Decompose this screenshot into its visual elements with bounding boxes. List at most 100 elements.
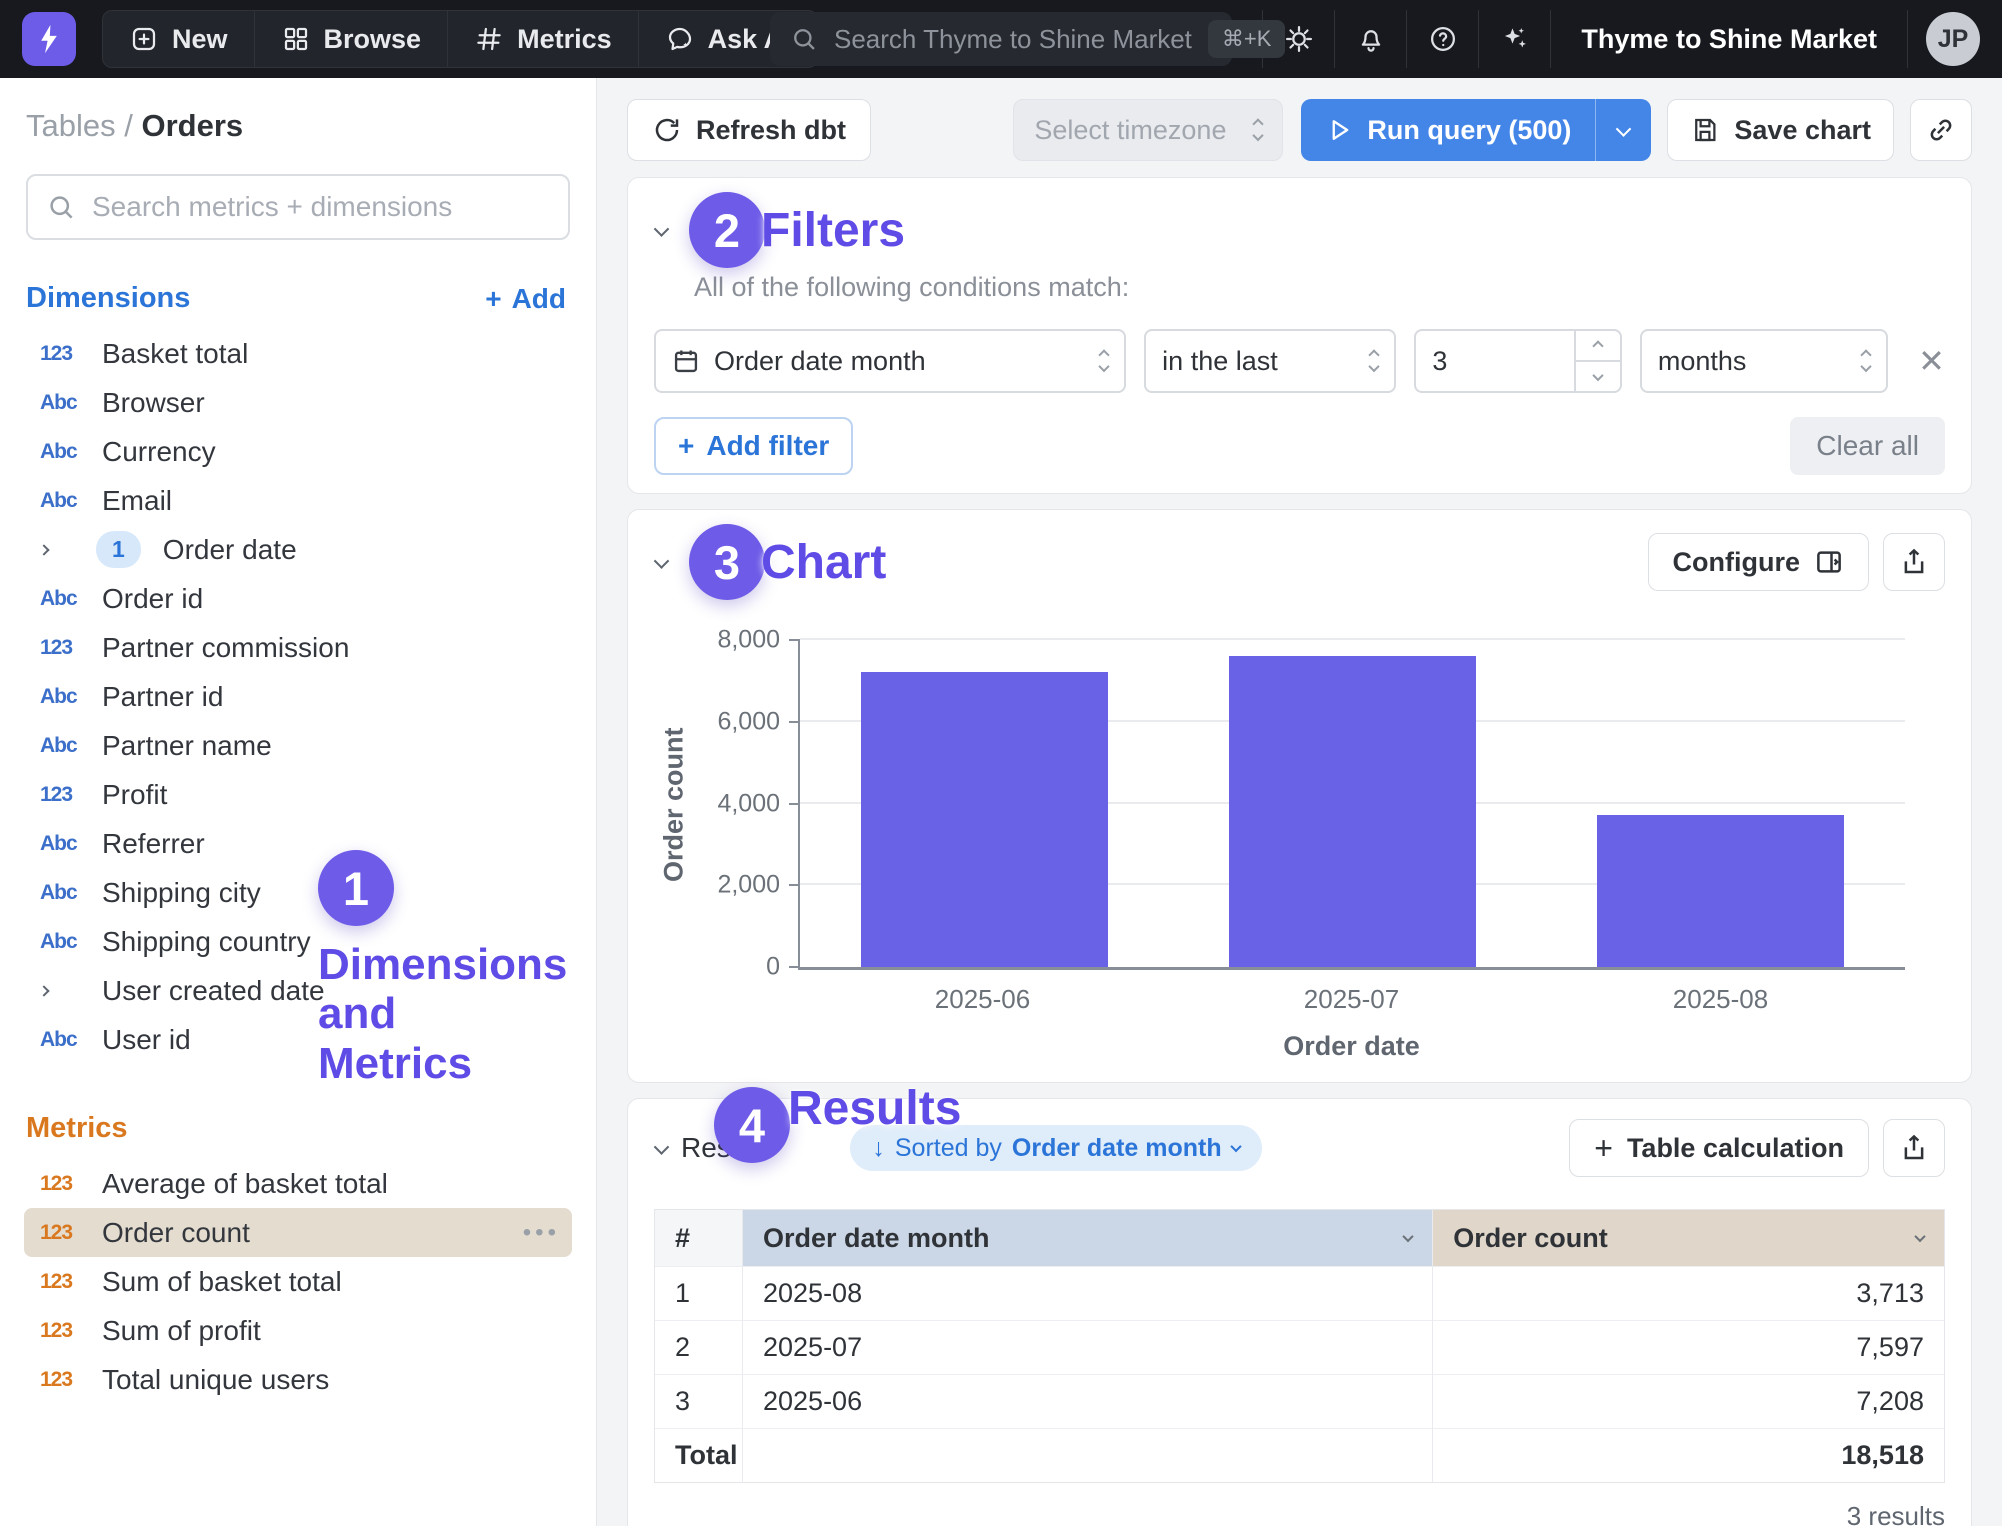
bell-button[interactable] [1335, 10, 1407, 68]
sidebar-item-label: Order date [163, 534, 297, 566]
item-options-icon[interactable]: ••• [523, 1219, 560, 1247]
sidebar-item-browser[interactable]: AbcBrowser [24, 378, 572, 427]
sidebar-item-label: Order id [102, 583, 203, 615]
sidebar-item-profit[interactable]: 123Profit [24, 770, 572, 819]
select-chevrons-icon [1862, 351, 1870, 372]
collapse-chart-chevron-icon[interactable] [656, 557, 667, 568]
sidebar-item-total-unique-users[interactable]: 123Total unique users [24, 1355, 572, 1404]
x-axis-tick-labels: 2025-062025-072025-08 [798, 984, 1905, 1015]
x-axis-tick-label: 2025-07 [1167, 984, 1536, 1015]
add-dimension-button[interactable]: +Add [485, 283, 566, 315]
breadcrumb-current: Orders [141, 108, 243, 143]
select-chevrons-icon [1100, 351, 1108, 372]
nav-item-new[interactable]: New [103, 11, 255, 67]
sidebar-item-partner-name[interactable]: AbcPartner name [24, 721, 572, 770]
sidebar-item-referrer[interactable]: AbcReferrer [24, 819, 572, 868]
numeric-field-icon: 123 [40, 342, 90, 366]
configure-chart-button[interactable]: Configure [1648, 533, 1870, 591]
collapse-filters-chevron-icon[interactable] [656, 225, 667, 236]
share-export-icon [1899, 547, 1929, 577]
sidebar-item-label: Partner id [102, 681, 223, 713]
sidebar-item-shipping-country[interactable]: AbcShipping country [24, 917, 572, 966]
nav-item-label: Browse [324, 24, 422, 55]
column-header-order-count[interactable]: Order count [1433, 1210, 1944, 1266]
numeric-field-icon: 123 [40, 1368, 90, 1392]
hash-icon [474, 24, 504, 54]
sidebar-item-basket-total[interactable]: 123Basket total [24, 329, 572, 378]
sidebar-item-sum-of-profit[interactable]: 123Sum of profit [24, 1306, 572, 1355]
sidebar-item-partner-commission[interactable]: 123Partner commission [24, 623, 572, 672]
sidebar-item-currency[interactable]: AbcCurrency [24, 427, 572, 476]
filter-operator-select[interactable]: in the last [1144, 329, 1396, 393]
global-search[interactable]: Search Thyme to Shine Market ⌘+K [770, 12, 1232, 66]
sidebar-item-label: Referrer [102, 828, 205, 860]
sidebar-item-order-count[interactable]: 123Order count••• [24, 1208, 572, 1257]
y-axis-title: Order count [654, 640, 694, 970]
collapse-results-chevron-icon[interactable] [656, 1143, 667, 1154]
export-chart-button[interactable] [1883, 533, 1945, 591]
breadcrumb-tables[interactable]: Tables [26, 108, 116, 143]
nav-item-metrics[interactable]: Metrics [448, 11, 639, 67]
row-index-cell: 2 [655, 1320, 743, 1374]
sidebar-item-user-created-date[interactable]: User created date [24, 966, 572, 1015]
refresh-dbt-button[interactable]: Refresh dbt [627, 99, 871, 161]
total-label: Total [655, 1428, 743, 1482]
sidebar-item-shipping-city[interactable]: AbcShipping city [24, 868, 572, 917]
help-button[interactable] [1407, 10, 1479, 68]
sidebar-item-label: Browser [102, 387, 205, 419]
sidebar-item-order-date[interactable]: 1Order date [24, 525, 572, 574]
sidebar-item-sum-of-basket-total[interactable]: 123Sum of basket total [24, 1257, 572, 1306]
org-switcher-button[interactable]: Thyme to Shine Market [1551, 10, 1908, 68]
numeric-field-icon: 123 [40, 1270, 90, 1294]
total-value: 18,518 [1433, 1428, 1944, 1482]
save-chart-button[interactable]: Save chart [1667, 99, 1894, 161]
timezone-select[interactable]: Select timezone [1013, 99, 1283, 161]
column-header-index[interactable]: # [655, 1210, 743, 1266]
column-header-order-date-month[interactable]: Order date month [743, 1210, 1433, 1266]
order-count-cell: 7,208 [1433, 1374, 1944, 1428]
sidebar-item-average-of-basket-total[interactable]: 123Average of basket total [24, 1159, 572, 1208]
dimensions-section-header: Dimensions +Add [0, 282, 596, 315]
panel-icon [1814, 547, 1844, 577]
order-count-cell: 7,597 [1433, 1320, 1944, 1374]
nav-item-browse[interactable]: Browse [255, 11, 449, 67]
chevron-down-icon [1230, 1141, 1241, 1152]
bar-2025-07[interactable] [1229, 656, 1476, 967]
clear-all-filters-button[interactable]: Clear all [1790, 417, 1945, 475]
y-axis-tick-label: 2,000 [717, 871, 780, 900]
app-logo[interactable] [22, 12, 76, 66]
numeric-field-icon: 123 [40, 1172, 90, 1196]
table-row: 12025-083,713 [655, 1266, 1944, 1320]
filter-unit-select[interactable]: months [1640, 329, 1888, 393]
run-query-main[interactable]: Run query (500) [1301, 115, 1595, 146]
sidebar-item-order-id[interactable]: AbcOrder id [24, 574, 572, 623]
add-filter-button[interactable]: + Add filter [654, 417, 853, 475]
remove-filter-button[interactable]: ✕ [1918, 342, 1945, 380]
sidebar-item-label: Profit [102, 779, 167, 811]
filter-value-input[interactable]: 3 [1414, 329, 1621, 393]
stepper-up-icon[interactable] [1576, 331, 1620, 362]
save-icon [1690, 115, 1720, 145]
export-results-button[interactable] [1883, 1119, 1945, 1177]
table-row: 32025-067,208 [655, 1374, 1944, 1428]
run-query-button[interactable]: Run query (500) [1301, 99, 1651, 161]
bar-2025-08[interactable] [1597, 815, 1844, 967]
sidebar-item-user-id[interactable]: AbcUser id [24, 1015, 572, 1064]
user-avatar[interactable]: JP [1926, 12, 1980, 66]
select-chevrons-icon [1254, 120, 1262, 141]
sidebar-item-email[interactable]: AbcEmail [24, 476, 572, 525]
calendar-icon [672, 347, 700, 375]
chart-bar-slot [1537, 640, 1905, 967]
run-query-dropdown-button[interactable] [1595, 99, 1651, 161]
stepper-down-icon[interactable] [1576, 362, 1620, 391]
bar-2025-06[interactable] [861, 672, 1108, 967]
sidebar-item-label: Currency [102, 436, 216, 468]
primary-nav: NewBrowseMetricsAsk AI [102, 10, 818, 68]
sidebar-item-partner-id[interactable]: AbcPartner id [24, 672, 572, 721]
sidebar-search-input[interactable]: Search metrics + dimensions [26, 174, 570, 240]
sparkles-button[interactable] [1479, 10, 1551, 68]
table-calculation-button[interactable]: + Table calculation [1569, 1119, 1869, 1177]
filter-field-select[interactable]: Order date month [654, 329, 1126, 393]
share-link-button[interactable] [1910, 99, 1972, 161]
number-stepper[interactable] [1574, 331, 1620, 391]
